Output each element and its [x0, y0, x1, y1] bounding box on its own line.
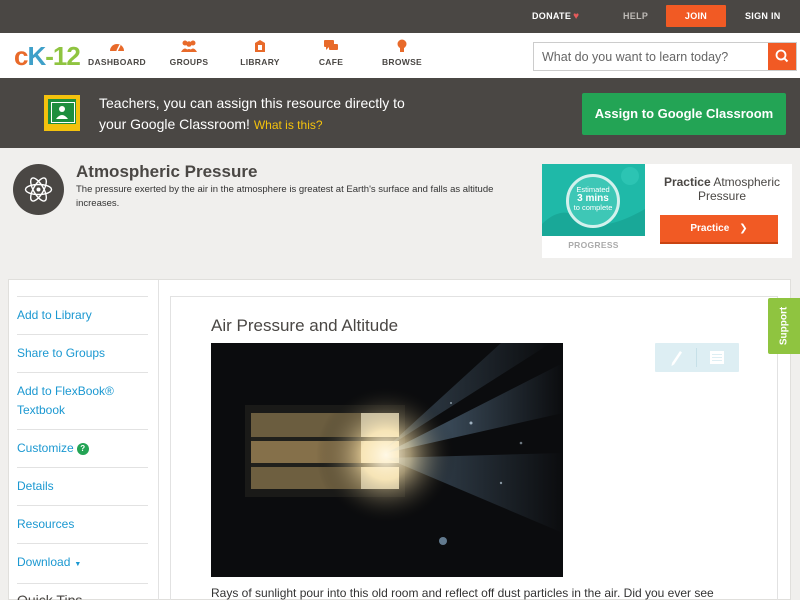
quick-tips-heading[interactable]: Quick Tips: [17, 583, 148, 600]
hero-image-sunlight-room: [211, 343, 563, 577]
dashboard-icon: [110, 44, 124, 52]
practice-button[interactable]: Practice ❯: [660, 215, 778, 244]
caret-down-icon: ▼: [74, 561, 82, 568]
top-bar: DONATE ♥ HELP JOIN SIGN IN: [0, 0, 800, 33]
concept-description: The pressure exerted by the air in the a…: [76, 184, 494, 209]
atom-icon: [24, 177, 53, 202]
groups-icon: [181, 40, 197, 52]
sidebar-share-to-groups[interactable]: Share to Groups: [17, 334, 148, 372]
assign-to-google-classroom-button[interactable]: Assign to Google Classroom: [582, 93, 786, 135]
main-panel: Add to Library Share to Groups Add to Fl…: [8, 279, 791, 600]
content-caption: Rays of sunlight pour into this old room…: [211, 586, 714, 600]
google-classroom-icon: [44, 95, 80, 131]
content-card: Air Pressure and Altitude Rays of sunlig…: [170, 296, 778, 600]
search-icon: [775, 49, 789, 63]
support-tab[interactable]: Support: [768, 298, 800, 354]
notes-icon[interactable]: [710, 351, 724, 364]
help-link[interactable]: HELP: [623, 0, 648, 33]
chevron-right-icon: ❯: [739, 223, 748, 234]
donate-link[interactable]: DONATE ♥: [532, 0, 579, 33]
sidebar: Add to Library Share to Groups Add to Fl…: [17, 296, 148, 600]
cafe-chat-icon: [324, 40, 338, 50]
concept-icon: [13, 164, 64, 215]
sidebar-download[interactable]: Download ▼: [17, 543, 148, 583]
nav-cafe[interactable]: CAFE: [296, 39, 366, 67]
sidebar-add-to-flexbook[interactable]: Add to FlexBook® Textbook: [17, 372, 148, 429]
join-button[interactable]: JOIN: [666, 5, 726, 27]
nav-dashboard[interactable]: DASHBOARD: [82, 39, 152, 67]
practice-card: Estimated 3 mins to complete PROGRESS Pr…: [542, 164, 792, 258]
sign-in-link[interactable]: SIGN IN: [745, 0, 781, 33]
library-icon: [255, 40, 265, 52]
heart-icon: ♥: [573, 11, 580, 22]
ck12-logo[interactable]: cK-12: [14, 43, 81, 69]
what-is-this-link[interactable]: What is this?: [254, 118, 323, 132]
sidebar-resources[interactable]: Resources: [17, 505, 148, 543]
pencil-icon[interactable]: [671, 351, 683, 366]
sidebar-customize[interactable]: Customize?: [17, 429, 148, 467]
search-button[interactable]: [768, 43, 796, 70]
banner-message: Teachers, you can assign this resource d…: [99, 95, 405, 132]
practice-title: Practice Atmospheric Pressure: [663, 175, 781, 203]
nav-library[interactable]: LIBRARY: [225, 39, 295, 67]
progress-label: PROGRESS: [568, 240, 619, 250]
practice-thumbnail[interactable]: Estimated 3 mins to complete: [542, 164, 645, 236]
content-tools: [655, 343, 739, 372]
help-question-icon[interactable]: ?: [76, 443, 89, 455]
content-title: Air Pressure and Altitude: [211, 316, 399, 335]
search-input[interactable]: [534, 43, 769, 70]
concept-title: Atmospheric Pressure: [76, 162, 258, 181]
nav-browse[interactable]: BROWSE: [367, 39, 437, 67]
nav-groups[interactable]: GROUPS: [154, 39, 224, 67]
search-box: [533, 42, 797, 71]
sidebar-details[interactable]: Details: [17, 467, 148, 505]
lightbulb-icon: [397, 39, 407, 52]
sidebar-add-to-library[interactable]: Add to Library: [17, 296, 148, 334]
sidebar-divider: [158, 280, 159, 600]
nav-bar: cK-12 DASHBOARD GROUPS LIBRARY CAFE BROW…: [0, 33, 800, 78]
